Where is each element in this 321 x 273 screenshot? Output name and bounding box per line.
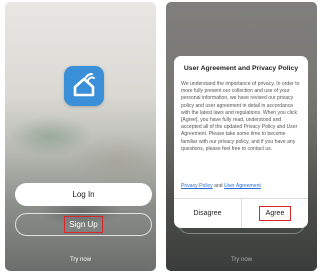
background-try-now-link: Try now xyxy=(230,257,253,263)
agreement-screen: Sign Up Try now User Agreement and Priva… xyxy=(166,2,317,271)
smart-home-wifi-icon xyxy=(64,66,104,106)
try-now-link[interactable]: Try now xyxy=(5,257,156,263)
agree-button[interactable]: Agree xyxy=(242,199,308,228)
dialog-body-text: We understand the importance of privacy.… xyxy=(181,81,300,152)
and-text: and xyxy=(214,183,225,189)
login-button[interactable]: Log In xyxy=(15,183,152,206)
signup-button[interactable]: Sign Up xyxy=(15,213,152,236)
agree-button-label: Agree xyxy=(258,206,292,221)
dialog-title: User Agreement and Privacy Policy xyxy=(183,65,299,72)
login-screen: Log In Sign Up Try now xyxy=(5,2,156,271)
user-agreement-link[interactable]: User Agreement xyxy=(224,183,261,189)
disagree-button-label: Disagree xyxy=(193,210,222,217)
privacy-policy-link[interactable]: Privacy Policy xyxy=(181,183,213,189)
signup-button-label: Sign Up xyxy=(64,216,103,233)
disagree-button[interactable]: Disagree xyxy=(174,199,241,228)
login-button-label: Log In xyxy=(72,190,95,199)
agreement-dialog: User Agreement and Privacy Policy We und… xyxy=(174,56,308,228)
dialog-links-row: Privacy Policy and User Agreement xyxy=(181,183,305,189)
